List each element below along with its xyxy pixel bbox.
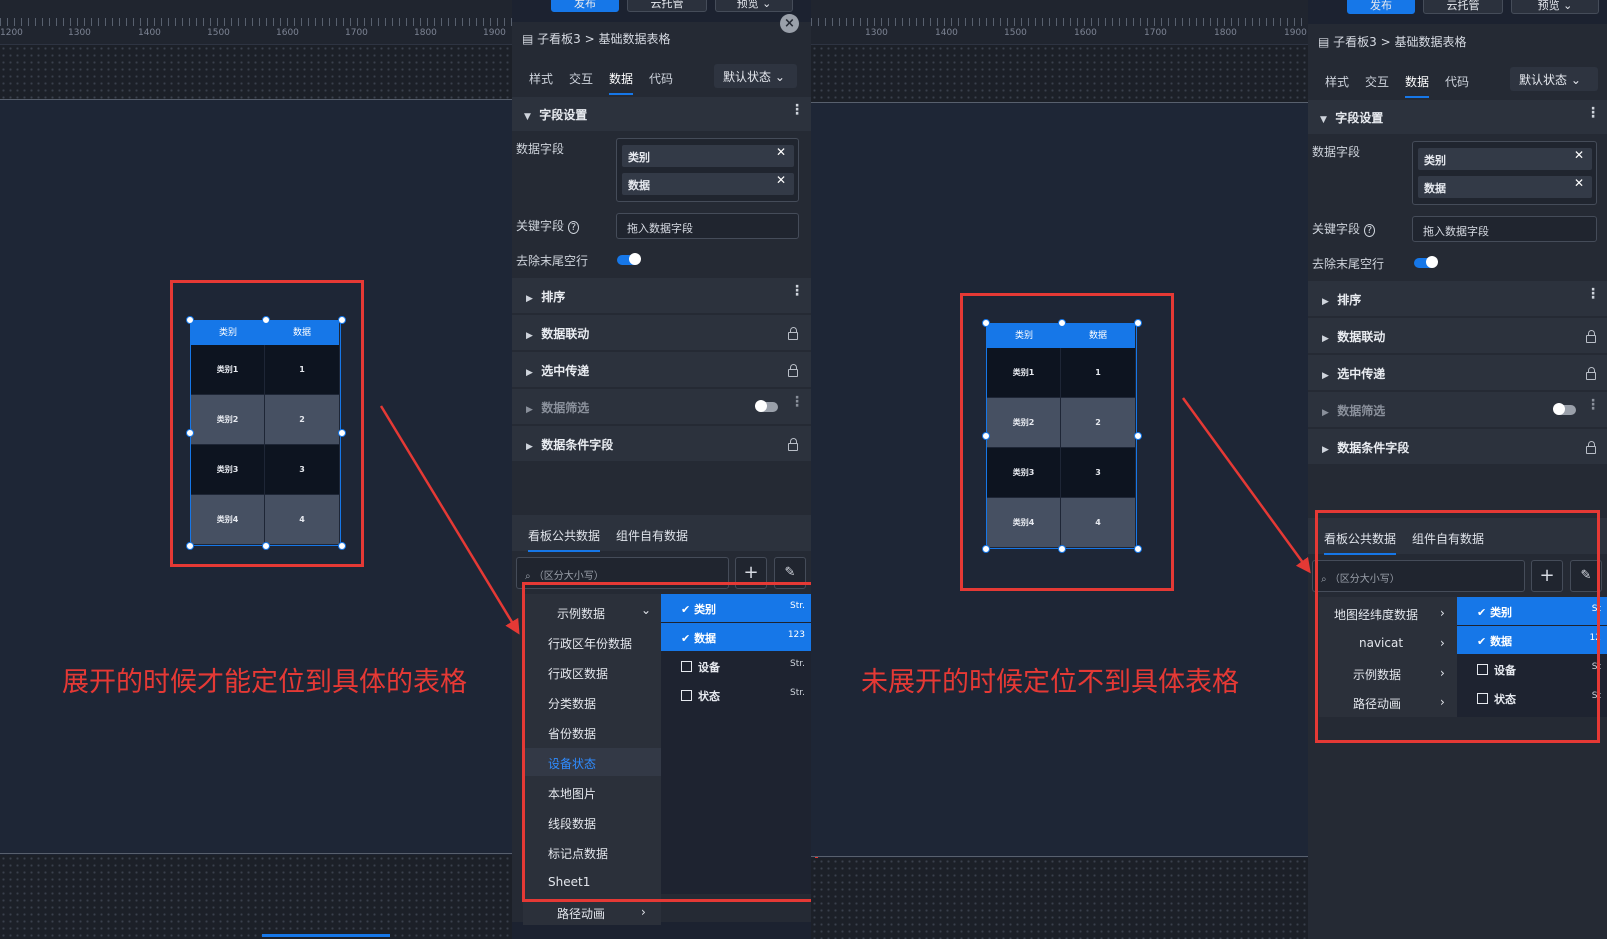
arrow-right bbox=[1181, 397, 1311, 574]
annotation-arrows bbox=[379, 397, 1311, 635]
arrow-left bbox=[379, 405, 520, 635]
